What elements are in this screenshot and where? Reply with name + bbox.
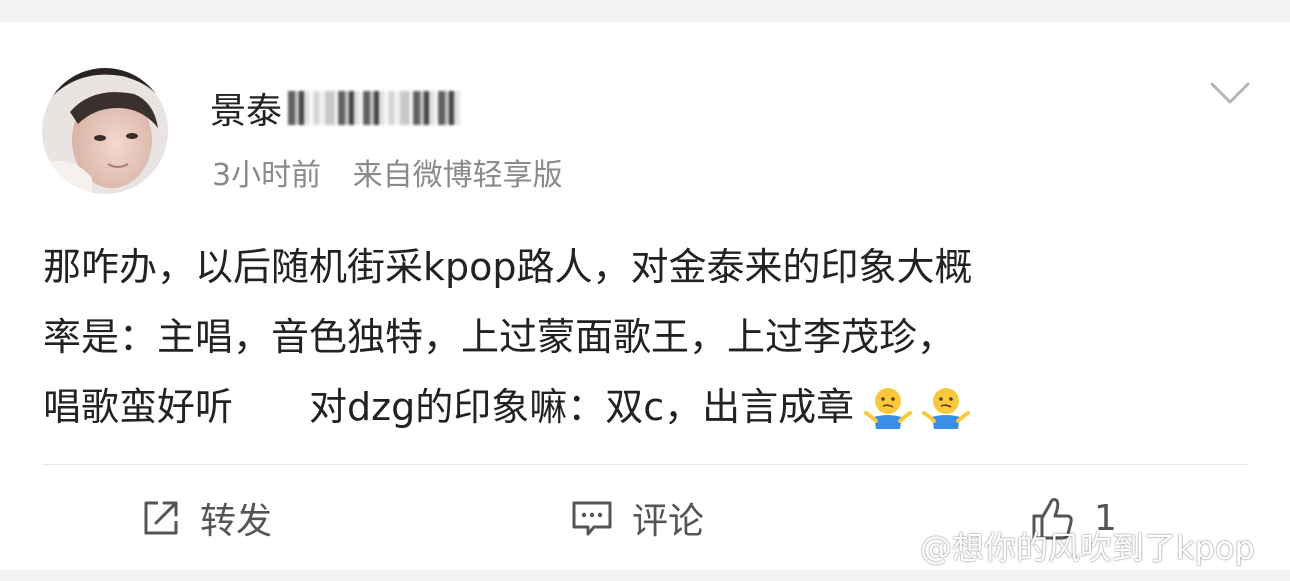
repost-label: 转发	[200, 501, 273, 542]
post-time: 3小时前	[212, 158, 322, 193]
username-row[interactable]: 景泰	[210, 80, 461, 136]
comment-label: 评论	[632, 501, 705, 542]
content-text: 对dzg的印象嘛：双c，出言成章	[309, 385, 855, 429]
repost-icon	[144, 501, 178, 535]
comment-button[interactable]: 评论	[570, 492, 704, 544]
content-line: 唱歌蛮好听 对dzg的印象嘛：双c，出言成章	[43, 372, 1258, 442]
post-meta: 3小时前 来自微博轻享版	[212, 150, 563, 194]
watermark-text: @想你的风吹到了kpop	[920, 529, 1255, 567]
post-card: 景泰 3小时前 来自微博轻享版 那咋办，以后随机街采kpop路人，对金泰来的印象…	[0, 22, 1290, 570]
content-line: 那咋办，以后随机街采kpop路人，对金泰来的印象大概	[43, 245, 973, 289]
repost-button[interactable]: 转发	[140, 492, 272, 544]
post-content: 那咋办，以后随机街采kpop路人，对金泰来的印象大概 率是：主唱，音色独特，上过…	[43, 232, 1258, 442]
shrug-emoji-icon	[922, 388, 971, 429]
content-text: 唱歌蛮好听	[43, 385, 234, 429]
weibo-logo-icon	[869, 531, 911, 564]
divider	[42, 464, 1248, 465]
watermark: @想你的风吹到了kpop	[868, 522, 1255, 570]
shrug-emoji-icon	[864, 388, 913, 429]
avatar-image	[42, 68, 168, 194]
avatar[interactable]	[42, 68, 168, 194]
content-line: 率是：主唱，音色独特，上过蒙面歌王，上过李茂珍，	[43, 315, 956, 359]
username-redacted	[288, 91, 461, 125]
username[interactable]: 景泰	[210, 82, 282, 134]
post-source[interactable]: 来自微博轻享版	[353, 158, 563, 193]
chevron-down-icon[interactable]	[1208, 78, 1252, 108]
comment-icon	[572, 501, 612, 536]
